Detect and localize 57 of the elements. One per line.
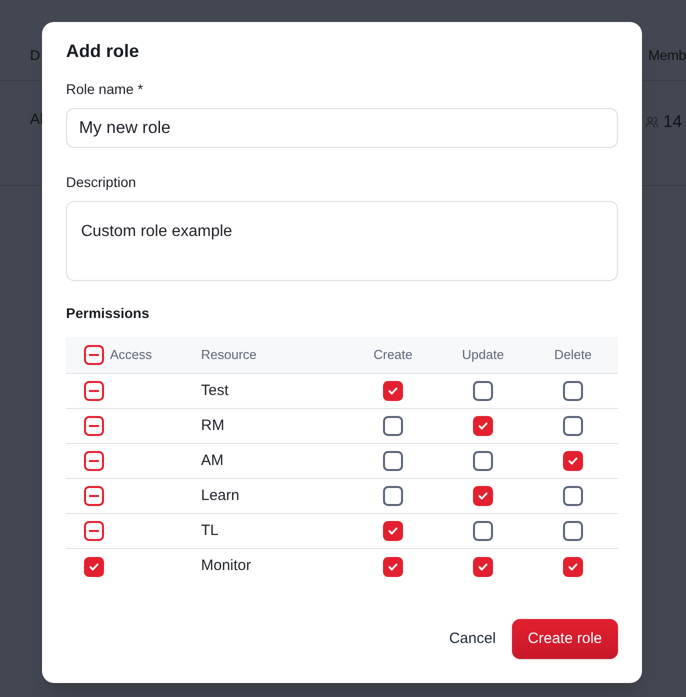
check-icon — [477, 560, 489, 572]
checkbox[interactable] — [563, 381, 583, 401]
resource-name: RM — [200, 416, 226, 436]
checkbox[interactable] — [383, 381, 403, 401]
checkbox[interactable] — [84, 556, 104, 576]
checkbox[interactable] — [473, 416, 493, 436]
create-button[interactable]: Create role — [512, 619, 618, 659]
cancel-button[interactable]: Cancel — [449, 619, 496, 659]
section-title: Permissions — [66, 304, 150, 323]
checkbox[interactable] — [84, 345, 104, 365]
checkbox[interactable] — [84, 381, 104, 401]
column-header: Create — [372, 346, 414, 364]
check-icon — [88, 560, 100, 572]
column-header: Memb — [648, 46, 686, 65]
check-icon — [567, 560, 579, 572]
resource-name: Learn — [200, 486, 240, 506]
checkbox[interactable] — [473, 521, 493, 541]
checkbox[interactable] — [84, 521, 104, 541]
dialog-title: Add role — [66, 40, 140, 63]
column-header: D — [30, 46, 40, 65]
column-header: Delete — [553, 346, 593, 364]
check-icon — [477, 490, 489, 502]
checkbox[interactable] — [383, 556, 403, 576]
checkbox[interactable] — [84, 486, 104, 506]
checkbox[interactable] — [383, 486, 403, 506]
users-icon — [645, 114, 660, 129]
column-header: Resource — [200, 346, 258, 364]
check-icon — [567, 455, 579, 467]
checkbox[interactable] — [563, 521, 583, 541]
resource-name: TL — [200, 520, 220, 541]
field-label: Role name * — [66, 80, 144, 99]
checkbox[interactable] — [473, 451, 493, 471]
checkbox[interactable] — [383, 451, 403, 471]
checkbox[interactable] — [383, 416, 403, 436]
check-icon — [387, 560, 399, 572]
check-icon — [477, 420, 489, 432]
checkbox[interactable] — [563, 451, 583, 471]
checkbox[interactable] — [383, 521, 403, 541]
field-label: Description — [66, 173, 138, 192]
checkbox[interactable] — [473, 381, 493, 401]
checkbox[interactable] — [473, 486, 493, 506]
checkbox[interactable] — [563, 486, 583, 506]
checkbox[interactable] — [84, 416, 104, 436]
resource-name: Test — [200, 380, 230, 401]
input-field[interactable]: My new role — [66, 108, 618, 148]
check-icon — [387, 385, 399, 397]
checkbox[interactable] — [473, 556, 493, 576]
resource-name: Monitor — [200, 556, 252, 576]
description-field[interactable]: Custom role example — [66, 201, 618, 281]
resource-name: AM — [200, 450, 224, 471]
checkbox[interactable] — [563, 556, 583, 576]
checkbox[interactable] — [84, 451, 104, 471]
checkbox[interactable] — [563, 416, 583, 436]
check-icon — [387, 525, 399, 537]
column-header: Update — [461, 346, 505, 364]
member-count: 14 — [663, 111, 682, 133]
column-header: Access — [110, 346, 152, 364]
